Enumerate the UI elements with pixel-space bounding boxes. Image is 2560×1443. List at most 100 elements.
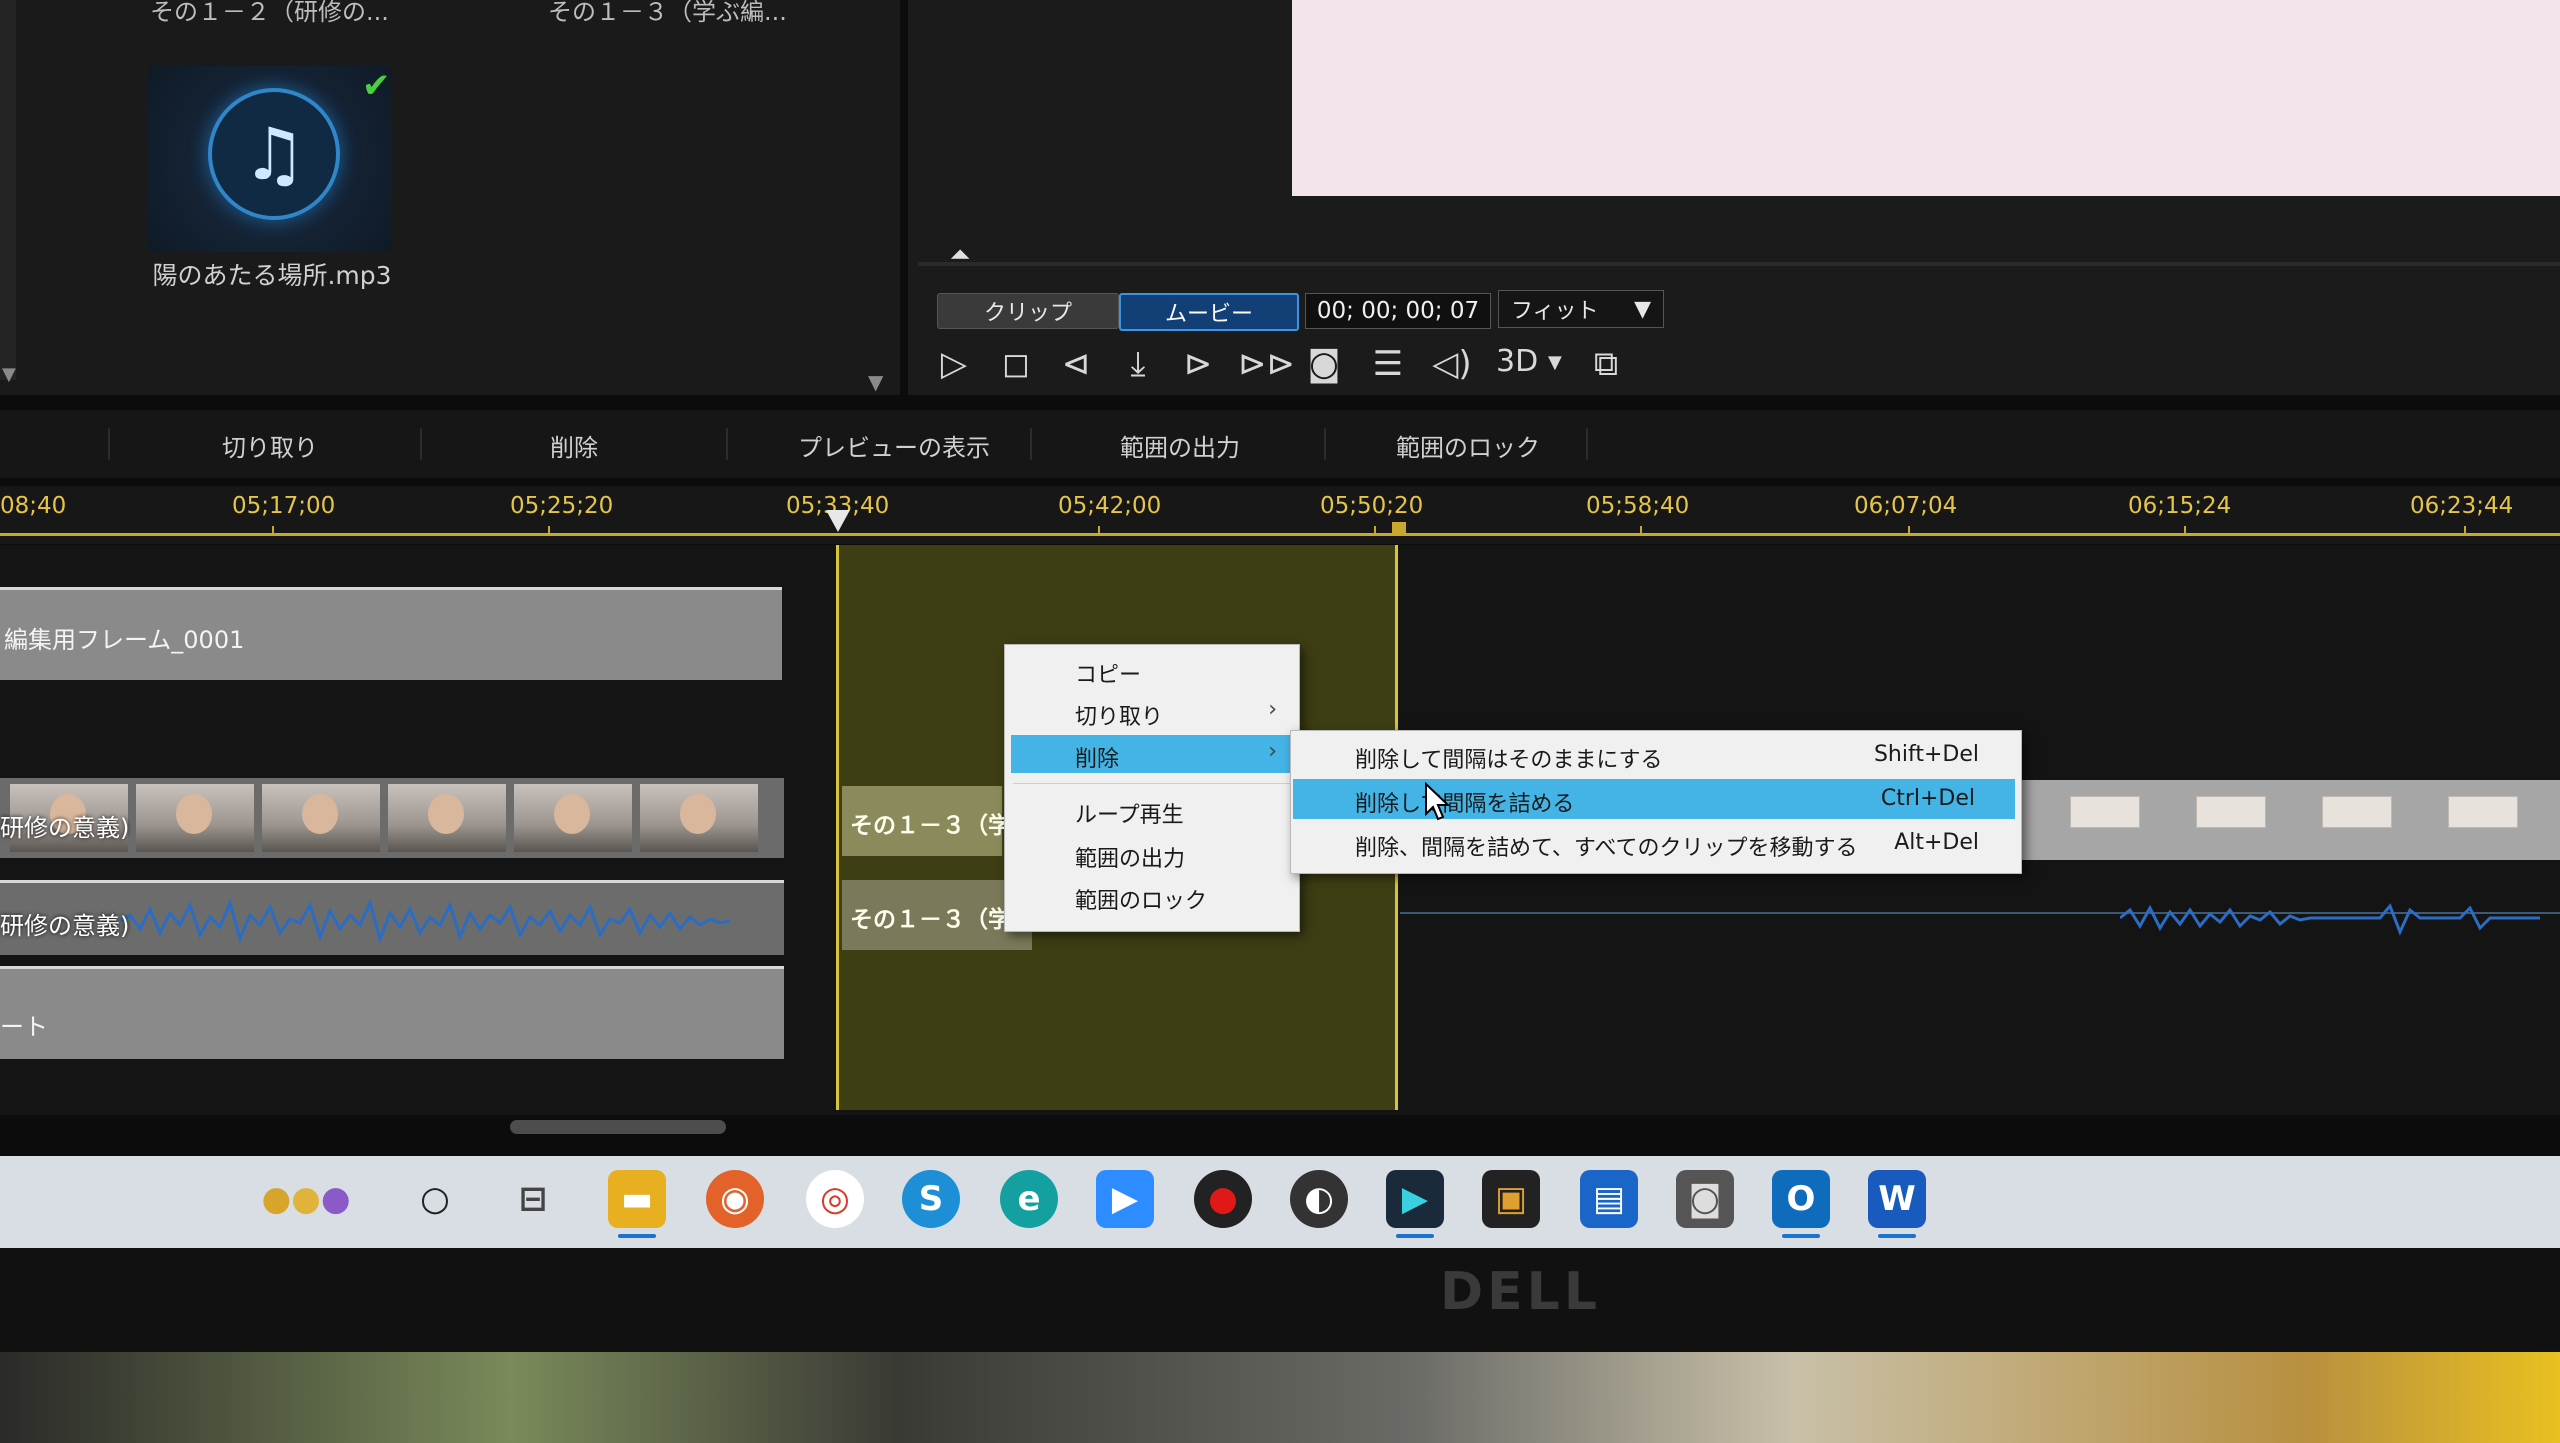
menu-item-label: 削除、間隔を詰めて、すべてのクリップを移動する [1355,836,1858,861]
photo-app-icon[interactable]: ▣ [1482,1170,1540,1228]
ruler-tick-label: 05;50;20 [1320,493,1424,519]
ruler-tick [272,526,274,536]
camera-icon[interactable]: ◙ [1676,1170,1734,1228]
menu-divider [1013,783,1291,784]
timecode-display[interactable]: 00; 00; 00; 07 [1305,293,1491,329]
playhead-icon[interactable] [826,510,850,532]
scroll-down-icon[interactable]: ▼ [868,370,883,394]
clip-label: その１－３（学 [850,813,1011,839]
thumbnail-image [262,784,380,852]
timeline-toolbar [0,410,2560,478]
thumbnail-image [388,784,506,852]
seek-marker-icon[interactable]: ⏶ [950,240,971,271]
record-icon[interactable]: ● [1194,1170,1252,1228]
horizontal-scrollbar[interactable] [510,1120,726,1134]
3d-button[interactable]: 3D [1496,344,1538,379]
ruler-tick [1640,526,1642,536]
chrome-icon[interactable]: ◎ [806,1170,864,1228]
firefox-icon[interactable]: ◉ [706,1170,764,1228]
fit-select[interactable]: フィット ▼ [1498,290,1664,328]
ruler-tick-label: 05;58;40 [1586,493,1690,519]
menu-item-label: 範囲の出力 [1075,847,1186,872]
menu-item-copy[interactable]: コピー [1005,651,1299,689]
external-display-icon[interactable]: ⧉ [1584,342,1628,386]
lock-range-button[interactable]: 範囲のロック [1396,428,1540,463]
toolbar-divider [726,428,728,460]
ruler-tick-label: 06;23;44 [2410,493,2514,519]
ruler-baseline [0,533,2560,536]
menu-item-cut[interactable]: 切り取り › [1005,693,1299,731]
menu-item-delete-close-gap[interactable]: 削除して間隔を詰める Ctrl+Del [1293,779,2015,819]
word-icon[interactable]: W [1868,1170,1926,1228]
scroll-down-icon[interactable]: ▼ [2,364,16,385]
audio-waveform [120,898,730,944]
menu-item-loop-play[interactable]: ループ再生 [1005,791,1299,829]
menu-item-delete[interactable]: 削除 › [1011,735,1293,773]
edge-icon[interactable]: e [1000,1170,1058,1228]
active-indicator [1782,1234,1820,1238]
next-frame-icon[interactable]: ⊳ [1176,342,1220,386]
subtitle-icon[interactable]: ☰ [1366,342,1410,386]
movie-app-icon[interactable]: ▤ [1580,1170,1638,1228]
export-range-button[interactable]: 範囲の出力 [1120,428,1240,463]
brand-logo: DELL [1440,1262,1601,1322]
shortcut-label: Ctrl+Del [1880,786,1975,811]
chevron-down-icon[interactable]: ▼ [1548,352,1562,373]
music-note-icon: ♫ [208,88,340,220]
cut-button[interactable]: 切り取り [222,428,318,463]
thumbnail-image [2322,796,2392,828]
skype-icon[interactable]: S [902,1170,960,1228]
fast-forward-icon[interactable]: ⊳⊳ [1238,342,1295,386]
search-icon[interactable]: ○ [406,1170,464,1228]
clip-label: 編集用フレーム_0001 [4,626,245,654]
show-preview-button[interactable]: プレビューの表示 [798,428,990,463]
thumbnail-image [2070,796,2140,828]
delete-button[interactable]: 削除 [550,428,598,463]
context-menu: コピー 切り取り › 削除 › ループ再生 範囲の出力 範囲のロック [1004,644,1300,932]
zoom-icon[interactable]: ▶ [1096,1170,1154,1228]
clip-label: 研修の意義) [0,814,130,842]
timeline-clip[interactable]: ート [0,966,784,1059]
shortcut-label: Alt+Del [1894,830,1979,855]
task-view-icon[interactable]: ⊟ [504,1170,562,1228]
thumbnail-image [2448,796,2518,828]
menu-item-delete-keep-gap[interactable]: 削除して間隔はそのままにする Shift+Del [1291,735,2021,775]
ruler-tick-label: 06;15;24 [2128,493,2232,519]
library-scrollbar[interactable] [0,0,16,380]
tab-clip[interactable]: クリップ [937,293,1119,329]
menu-item-export-range[interactable]: 範囲の出力 [1005,835,1299,873]
menu-item-label: 範囲のロック [1075,889,1208,914]
range-end-marker[interactable] [1392,522,1406,536]
powerdirector-icon[interactable]: ▶ [1386,1170,1444,1228]
monitor-bezel [0,1248,2560,1352]
ruler-tick [548,526,550,536]
obs-icon[interactable]: ◐ [1290,1170,1348,1228]
menu-item-delete-ripple-all[interactable]: 削除、間隔を詰めて、すべてのクリップを移動する Alt+Del [1291,823,2021,863]
stop-icon[interactable]: ◻ [994,342,1038,386]
ruler-tick [2464,526,2466,536]
delete-submenu: 削除して間隔はそのままにする Shift+Del 削除して間隔を詰める Ctrl… [1290,730,2022,874]
active-indicator [618,1234,656,1238]
menu-item-label: ループ再生 [1075,803,1184,828]
chevron-down-icon: ▼ [1634,296,1651,322]
toolbar-divider [1030,428,1032,460]
mouse-cursor-icon [1425,782,1450,821]
preview-seekbar[interactable] [918,262,2560,266]
menu-item-label: 切り取り [1075,705,1164,730]
tab-movie[interactable]: ムービー [1119,293,1299,331]
menu-item-lock-range[interactable]: 範囲のロック [1005,877,1299,915]
timeline-video-clip[interactable] [2010,780,2560,860]
outlook-icon[interactable]: O [1772,1170,1830,1228]
toolbar-divider [108,428,110,460]
trim-icon[interactable]: ⤓ [1116,342,1160,386]
menu-item-label: 削除して間隔はそのままにする [1355,748,1663,773]
play-icon[interactable]: ▷ [932,342,976,386]
prev-frame-icon[interactable]: ⊲ [1054,342,1098,386]
ruler-tick [1374,526,1376,536]
snapshot-icon[interactable]: ◙ [1302,342,1346,386]
timeline-clip[interactable]: 編集用フレーム_0001 [0,587,782,680]
ruler-tick [1908,526,1910,536]
file-explorer-icon[interactable]: ▬ [608,1170,666,1228]
widgets-icon[interactable]: ● ● ● [232,1170,380,1228]
volume-icon[interactable]: ◁) [1430,342,1474,386]
